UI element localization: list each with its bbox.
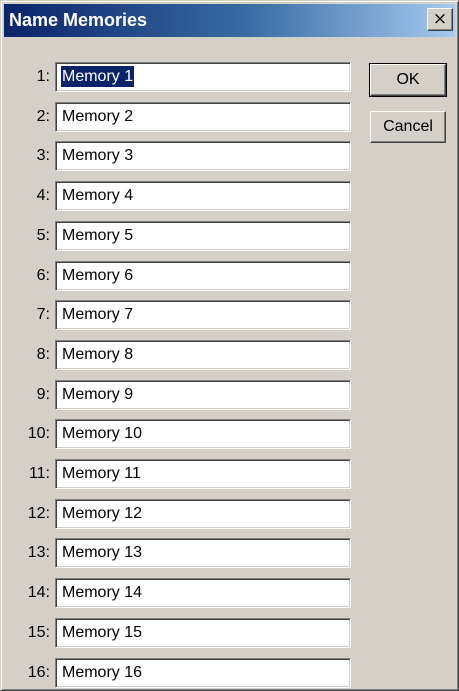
memory-number-label: 3: (36, 147, 50, 164)
memory-row: 14: Memory 14 (1, 578, 361, 609)
memory-name-input[interactable]: Memory 5 (55, 221, 351, 251)
memory-name-value: Memory 2 (62, 108, 134, 125)
memory-number-label: 13: (27, 544, 50, 561)
memory-name-value: Memory 8 (62, 346, 134, 363)
title-bar[interactable]: Name Memories × (4, 4, 455, 37)
memory-name-value: Memory 7 (62, 306, 134, 323)
memory-number-label: 9: (36, 386, 50, 403)
memory-number-label: 10: (27, 425, 50, 442)
memory-name-value: Memory 9 (62, 386, 134, 403)
memory-name-input[interactable]: Memory 14 (55, 578, 351, 608)
memory-name-input[interactable]: Memory 9 (55, 380, 351, 410)
memory-number-label: 6: (36, 267, 50, 284)
memory-row: 11: Memory 11 (1, 459, 361, 490)
memory-row: 5: Memory 5 (1, 221, 361, 252)
memory-name-input[interactable]: Memory 16 (55, 658, 351, 688)
memory-name-value: Memory 15 (62, 624, 143, 641)
memory-number-label: 14: (27, 584, 50, 601)
memory-name-input[interactable]: Memory 6 (55, 261, 351, 291)
memory-name-value: Memory 4 (62, 187, 134, 204)
memory-row: 8: Memory 8 (1, 340, 361, 371)
memory-name-value: Memory 13 (62, 544, 143, 561)
memory-row: 12: Memory 12 (1, 499, 361, 530)
memory-name-value: Memory 3 (62, 147, 134, 164)
memory-number-label: 2: (36, 108, 50, 125)
memory-row: 7: Memory 7 (1, 300, 361, 331)
memory-name-value: Memory 10 (62, 425, 143, 442)
memory-row: 9: Memory 9 (1, 380, 361, 411)
memory-name-input[interactable]: Memory 8 (55, 340, 351, 370)
memory-number-label: 1: (36, 68, 50, 85)
cancel-button[interactable]: Cancel (370, 111, 446, 143)
memory-name-input[interactable]: Memory 11 (55, 459, 351, 489)
name-memories-dialog: Name Memories × 1: Memory 1 2: Memory 2 3: Me… (0, 0, 459, 691)
memory-row: 6: Memory 6 (1, 261, 361, 292)
memory-row: 2: Memory 2 (1, 102, 361, 133)
dialog-title: Name Memories (9, 10, 148, 30)
close-icon: × (432, 9, 448, 29)
memory-name-input[interactable]: Memory 4 (55, 181, 351, 211)
memory-number-label: 16: (27, 664, 50, 681)
memory-number-label: 4: (36, 187, 50, 204)
memory-name-input[interactable]: Memory 3 (55, 141, 351, 171)
memory-row: 13: Memory 13 (1, 538, 361, 569)
memory-name-value: Memory 11 (62, 465, 141, 482)
memory-number-label: 11: (28, 465, 50, 482)
memory-name-input[interactable]: Memory 10 (55, 419, 351, 449)
memory-number-label: 15: (27, 624, 50, 641)
memory-name-value: Memory 12 (62, 505, 143, 522)
ok-button[interactable]: OK (369, 63, 447, 97)
memory-row: 4: Memory 4 (1, 181, 361, 212)
memory-row: 16: Memory 16 (1, 658, 361, 689)
memory-name-value: Memory 14 (62, 584, 143, 601)
memory-number-label: 12: (27, 505, 50, 522)
memory-name-input[interactable]: Memory 15 (55, 618, 351, 648)
memory-name-value: Memory 1 (61, 66, 135, 87)
memory-row: 1: Memory 1 (1, 62, 361, 93)
memory-row: 3: Memory 3 (1, 141, 361, 172)
memory-number-label: 8: (36, 346, 50, 363)
memory-name-input[interactable]: Memory 7 (55, 300, 351, 330)
memory-number-label: 5: (36, 227, 50, 244)
memory-name-input[interactable]: Memory 2 (55, 102, 351, 132)
close-button[interactable]: × (427, 8, 453, 31)
memory-name-value: Memory 6 (62, 267, 134, 284)
memory-name-input[interactable]: Memory 13 (55, 538, 351, 568)
memory-name-input[interactable]: Memory 1 (55, 62, 351, 92)
memory-row: 15: Memory 15 (1, 618, 361, 649)
memory-number-label: 7: (36, 306, 50, 323)
memory-row: 10: Memory 10 (1, 419, 361, 450)
memory-name-value: Memory 16 (62, 664, 143, 681)
memory-name-input[interactable]: Memory 12 (55, 499, 351, 529)
memory-name-value: Memory 5 (62, 227, 134, 244)
